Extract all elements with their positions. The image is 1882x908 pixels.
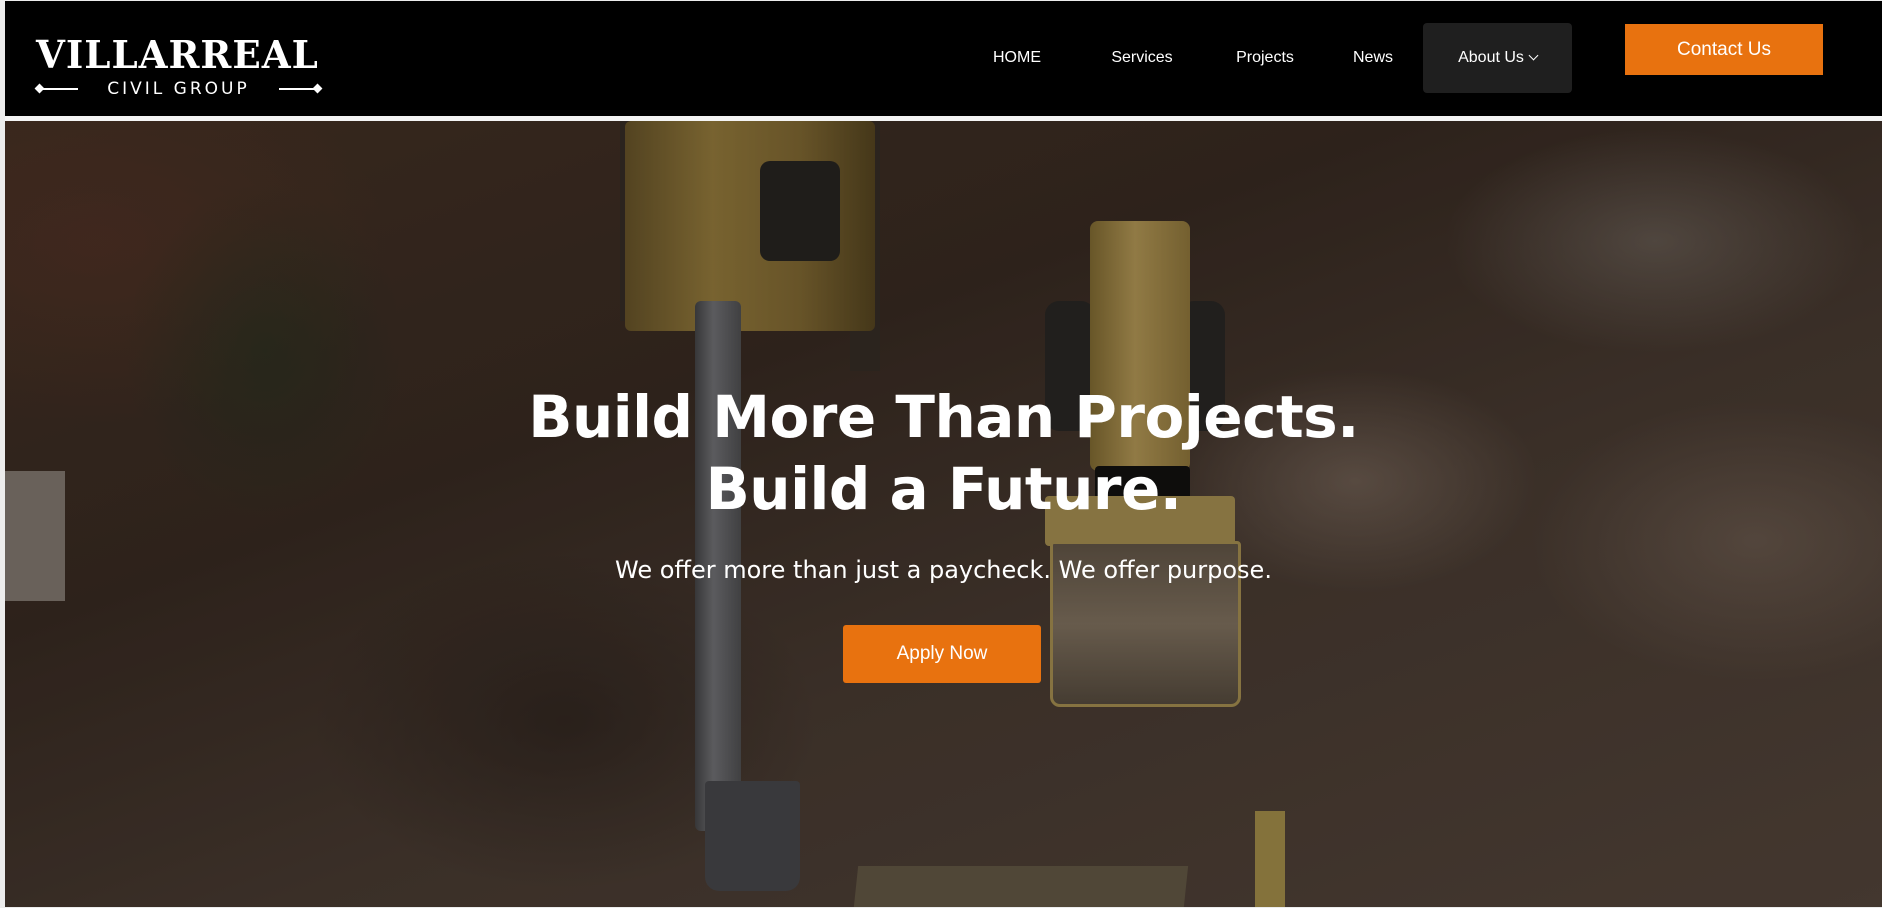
contact-us-button[interactable]: Contact Us — [1625, 24, 1823, 75]
chevron-down-icon — [1528, 50, 1539, 61]
hero-content: Build More Than Projects. Build a Future… — [5, 121, 1882, 907]
nav-item-services[interactable]: Services — [1092, 23, 1192, 93]
nav-item-projects[interactable]: Projects — [1215, 23, 1315, 93]
nav-item-news[interactable]: News — [1328, 23, 1418, 93]
browser-viewport: VILLARREAL CIVIL GROUP HOME Services Pro… — [5, 1, 1882, 907]
site-header: VILLARREAL CIVIL GROUP HOME Services Pro… — [5, 1, 1882, 116]
hero-heading-line-1: Build More Than Projects. — [528, 383, 1359, 451]
apply-now-button[interactable]: Apply Now — [843, 625, 1041, 683]
hero-subtitle: We offer more than just a paycheck. We o… — [615, 556, 1272, 584]
hero-heading: Build More Than Projects. Build a Future… — [305, 381, 1582, 525]
nav-item-home[interactable]: HOME — [967, 23, 1067, 93]
main-nav: HOME Services Projects News About Us — [5, 23, 1882, 93]
hero-heading-line-2: Build a Future. — [705, 455, 1182, 523]
hero-section: Build More Than Projects. Build a Future… — [5, 121, 1882, 907]
nav-item-about-us[interactable]: About Us — [1423, 23, 1572, 93]
nav-item-about-us-label: About Us — [1458, 49, 1524, 66]
